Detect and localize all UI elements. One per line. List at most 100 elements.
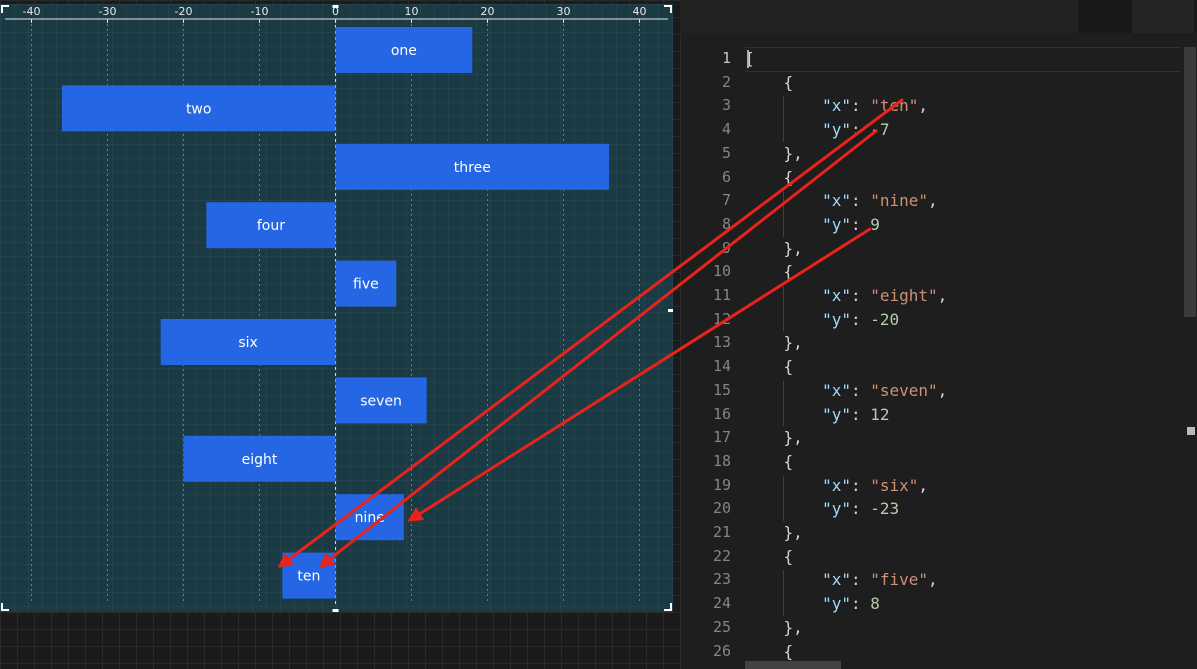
json-punctuation: },: [745, 143, 803, 163]
vertical-scrollbar[interactable]: [1184, 47, 1196, 317]
line-number: 19: [712, 475, 731, 494]
json-punctuation: },: [745, 617, 803, 637]
x-tick-label--20: -20: [175, 5, 193, 18]
code-line-4[interactable]: "y": -7: [745, 118, 890, 142]
selection-edge-handle[interactable]: [332, 5, 339, 8]
line-number: 15: [712, 380, 731, 399]
json-punctuation: },: [745, 428, 803, 448]
horizontal-scrollbar[interactable]: [745, 661, 841, 669]
json-punctuation: :: [850, 286, 871, 305]
code-line-14[interactable]: {: [745, 355, 794, 379]
json-punctuation: :: [850, 499, 871, 519]
line-number: 22: [712, 546, 731, 565]
line-number: 2: [721, 72, 731, 91]
json-key: "y": [822, 214, 851, 234]
toolbar-block: [680, 0, 1078, 33]
code-line-24[interactable]: "y": 8: [745, 592, 880, 616]
json-punctuation: {: [745, 72, 794, 92]
chart-panel[interactable]: -40 -30 -20 -10 0 10 20 30 40 one two three four five…: [0, 4, 673, 612]
json-punctuation: {: [745, 167, 794, 187]
json-punctuation: [745, 96, 822, 115]
code-line-15[interactable]: "x": "seven",: [745, 379, 947, 403]
json-punctuation: :: [850, 120, 871, 140]
json-string: "ten": [870, 96, 919, 116]
json-key: "x": [822, 96, 851, 116]
code-area[interactable]: [ { "x": "ten", "y": -7 }, { "x": "nine"…: [745, 47, 1175, 669]
bar-label-one: one: [391, 43, 417, 59]
code-editor[interactable]: 1 2 3 4 5 6 7 8 9 10 11 12 13 14 15 16 17 18 19 20 21 22 23 24 2…: [680, 33, 1197, 669]
line-number: 6: [721, 167, 731, 186]
json-key: "x": [822, 191, 851, 211]
json-punctuation: :: [850, 191, 871, 211]
json-punctuation: {: [745, 641, 794, 661]
json-string: "nine": [870, 191, 929, 211]
json-punctuation: },: [745, 333, 803, 353]
line-number: 7: [721, 191, 731, 210]
json-number: -23: [870, 499, 900, 519]
bar-label-seven: seven: [360, 393, 402, 409]
code-line-17[interactable]: },: [745, 426, 803, 450]
code-line-20[interactable]: "y": -23: [745, 497, 899, 521]
json-punctuation: ,: [918, 96, 929, 116]
json-punctuation: :: [850, 594, 871, 614]
code-line-8[interactable]: "y": 9: [745, 213, 880, 237]
json-punctuation: [745, 499, 822, 518]
line-number: 10: [712, 262, 731, 281]
line-number: 12: [712, 309, 731, 328]
json-punctuation: {: [745, 451, 794, 471]
selection-corner-handle[interactable]: [1, 5, 9, 13]
json-number: -7: [870, 120, 890, 140]
json-number: -20: [870, 309, 900, 329]
json-string: "seven": [870, 380, 938, 400]
json-punctuation: ,: [918, 475, 929, 495]
json-number: 12: [870, 404, 890, 424]
code-line-21[interactable]: },: [745, 521, 803, 545]
line-number: 17: [712, 428, 731, 447]
json-number: 8: [870, 594, 880, 614]
code-line-10[interactable]: {: [745, 260, 794, 284]
x-tick-label-10: 10: [405, 5, 419, 18]
code-line-25[interactable]: },: [745, 616, 803, 640]
code-line-16[interactable]: "y": 12: [745, 403, 890, 427]
code-line-22[interactable]: {: [745, 545, 794, 569]
code-line-7[interactable]: "x": "nine",: [745, 189, 938, 213]
line-number: 1: [721, 49, 731, 67]
code-line-2[interactable]: {: [745, 71, 794, 95]
bar-label-four: four: [257, 218, 285, 234]
json-key: "y": [822, 404, 851, 424]
selection-corner-handle[interactable]: [664, 5, 672, 13]
code-line-19[interactable]: "x": "six",: [745, 474, 928, 498]
json-number: 9: [870, 214, 880, 234]
json-punctuation: {: [745, 262, 794, 282]
line-number: 3: [721, 96, 731, 115]
selection-corner-handle[interactable]: [1, 603, 9, 611]
code-line-18[interactable]: {: [745, 450, 794, 474]
bar-chart: -40 -30 -20 -10 0 10 20 30 40onetwothreefourfive…: [1, 5, 673, 612]
json-punctuation: :: [850, 475, 871, 495]
code-line-13[interactable]: },: [745, 331, 803, 355]
x-tick-label--10: -10: [251, 5, 269, 18]
json-punctuation: :: [850, 214, 871, 234]
json-punctuation: [745, 286, 822, 305]
toolbar-block: [1132, 0, 1194, 33]
code-line-5[interactable]: },: [745, 142, 803, 166]
code-line-3[interactable]: "x": "ten",: [745, 94, 928, 118]
code-line-11[interactable]: "x": "eight",: [745, 284, 947, 308]
json-string: "eight": [870, 286, 938, 305]
json-string: "five": [870, 570, 929, 590]
x-tick-label--40: -40: [23, 5, 41, 18]
json-punctuation: [745, 310, 822, 329]
code-line-23[interactable]: "x": "five",: [745, 568, 938, 592]
selection-edge-handle[interactable]: [332, 609, 339, 612]
selection-corner-handle[interactable]: [664, 603, 672, 611]
text-cursor: [747, 50, 749, 68]
code-line-12[interactable]: "y": -20: [745, 308, 899, 332]
line-number: 21: [712, 523, 731, 541]
selection-edge-handle[interactable]: [668, 309, 673, 312]
line-number: 25: [712, 617, 731, 636]
code-line-26[interactable]: {: [745, 640, 794, 664]
line-number: 18: [712, 451, 731, 470]
code-line-9[interactable]: },: [745, 237, 803, 261]
code-line-6[interactable]: {: [745, 166, 794, 190]
json-punctuation: [745, 476, 822, 495]
